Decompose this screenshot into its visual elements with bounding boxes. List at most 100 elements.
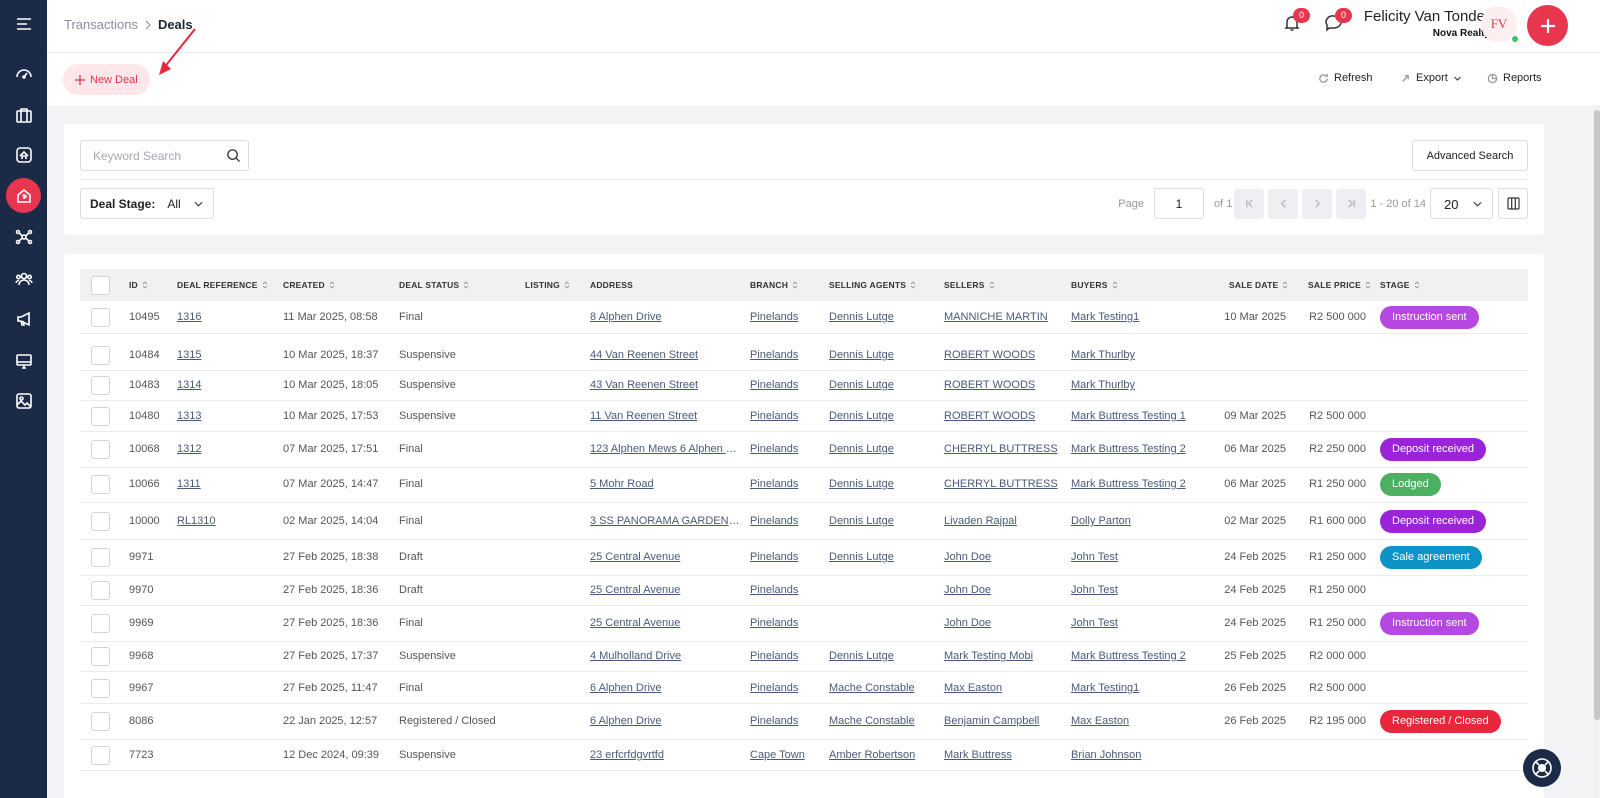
cell-branch[interactable]: Pinelands [750, 478, 825, 490]
monitor-icon[interactable] [6, 343, 41, 378]
cell-agent[interactable]: Mache Constable [829, 682, 939, 694]
cell-seller[interactable]: ROBERT WOODS [944, 379, 1064, 391]
cell-ref[interactable]: 1315 [177, 349, 267, 361]
cell-branch[interactable]: Pinelands [750, 650, 825, 662]
help-button[interactable] [1523, 749, 1561, 787]
cell-address[interactable]: 25 Central Avenue [590, 551, 740, 563]
cell-buyer[interactable]: Dolly Parton [1071, 515, 1221, 527]
cell-agent[interactable]: Dennis Lutge [829, 478, 939, 490]
column-header-sellers[interactable]: SELLERS [944, 280, 985, 290]
cell-buyer[interactable]: Max Easton [1071, 715, 1221, 727]
deals-icon[interactable] [6, 178, 41, 213]
sort-icon[interactable] [792, 281, 798, 289]
cell-address[interactable]: 6 Alphen Drive [590, 682, 740, 694]
row-checkbox[interactable] [91, 475, 110, 494]
row-checkbox[interactable] [91, 581, 110, 600]
row-checkbox[interactable] [91, 548, 110, 567]
next-page-button[interactable] [1302, 188, 1333, 219]
advanced-search-button[interactable]: Advanced Search [1412, 140, 1528, 171]
new-deal-button[interactable]: New Deal [63, 64, 150, 95]
dashboard-icon[interactable] [6, 55, 41, 90]
table-row[interactable]: 9970 27 Feb 2025, 18:36 Draft 25 Central Av… [80, 575, 1528, 606]
table-row[interactable]: 9969 27 Feb 2025, 18:36 Final 25 Central Av… [80, 606, 1528, 642]
sort-icon[interactable] [262, 281, 268, 289]
row-checkbox[interactable] [91, 376, 110, 395]
column-header-sale-date[interactable]: SALE DATE [1229, 280, 1278, 290]
cell-agent[interactable]: Amber Robertson [829, 749, 939, 761]
column-header-listing[interactable]: LISTING [525, 280, 560, 290]
column-header-stage[interactable]: STAGE [1380, 280, 1410, 290]
cell-buyer[interactable]: Mark Buttress Testing 2 [1071, 443, 1221, 455]
cell-address[interactable]: 8 Alphen Drive [590, 311, 740, 323]
table-row[interactable]: 10000 RL1310 02 Mar 2025, 14:04 Final 3 SS P… [80, 504, 1528, 540]
cell-seller[interactable]: Livaden Rajpal [944, 515, 1064, 527]
cell-ref[interactable]: 1314 [177, 379, 267, 391]
sort-icon[interactable] [564, 281, 570, 289]
sort-icon[interactable] [329, 281, 335, 289]
cell-address[interactable]: 5 Mohr Road [590, 478, 740, 490]
column-header-buyers[interactable]: BUYERS [1071, 280, 1108, 290]
cell-buyer[interactable]: Mark Buttress Testing 1 [1071, 410, 1221, 422]
cell-buyer[interactable]: Mark Buttress Testing 2 [1071, 650, 1221, 662]
sort-icon[interactable] [1282, 281, 1288, 289]
export-button[interactable]: Export [1400, 72, 1462, 84]
column-header-deal-status[interactable]: DEAL STATUS [399, 280, 459, 290]
table-row[interactable]: 10066 1311 07 Mar 2025, 14:47 Final 5 Mohr R… [80, 467, 1528, 503]
quick-add-button[interactable] [1527, 5, 1568, 46]
table-row[interactable]: 9968 27 Feb 2025, 17:37 Suspensive 4 Mulhol… [80, 641, 1528, 672]
cell-seller[interactable]: Benjamin Campbell [944, 715, 1064, 727]
cell-seller[interactable]: CHERRYL BUTTRESS [944, 478, 1064, 490]
cell-agent[interactable]: Dennis Lutge [829, 410, 939, 422]
briefcase-icon[interactable] [6, 97, 41, 132]
sort-icon[interactable] [910, 281, 916, 289]
breadcrumb-transactions[interactable]: Transactions [64, 17, 138, 32]
row-checkbox[interactable] [91, 647, 110, 666]
cell-ref[interactable]: RL1310 [177, 515, 267, 527]
sort-icon[interactable] [1414, 281, 1420, 289]
table-row[interactable]: 9971 27 Feb 2025, 18:38 Draft 25 Central Av… [80, 539, 1528, 576]
notifications-button[interactable]: 0 [1283, 8, 1310, 36]
cell-agent[interactable]: Dennis Lutge [829, 650, 939, 662]
cell-ref[interactable]: 1311 [177, 478, 267, 490]
table-row[interactable]: 7723 12 Dec 2024, 09:39 Suspensive 23 erfcr… [80, 740, 1528, 771]
cell-seller[interactable]: John Doe [944, 617, 1064, 629]
cell-address[interactable]: 6 Alphen Drive [590, 715, 740, 727]
megaphone-icon[interactable] [6, 301, 41, 336]
keyword-search-input[interactable] [81, 141, 216, 170]
column-header-created[interactable]: CREATED [283, 280, 325, 290]
cell-branch[interactable]: Pinelands [750, 584, 825, 596]
cell-ref[interactable]: 1313 [177, 410, 267, 422]
row-checkbox[interactable] [91, 679, 110, 698]
contacts-icon[interactable] [6, 261, 41, 296]
cell-branch[interactable]: Pinelands [750, 617, 825, 629]
cell-branch[interactable]: Cape Town [750, 749, 825, 761]
row-checkbox[interactable] [91, 712, 110, 731]
cell-agent[interactable]: Mache Constable [829, 715, 939, 727]
cell-agent[interactable]: Dennis Lutge [829, 379, 939, 391]
table-row[interactable]: 10484 1315 10 Mar 2025, 18:37 Suspensive 44 … [80, 340, 1528, 371]
cell-buyer[interactable]: John Test [1071, 617, 1221, 629]
search-icon[interactable] [226, 148, 241, 163]
sort-icon[interactable] [142, 281, 148, 289]
first-page-button[interactable] [1234, 188, 1265, 219]
column-header-deal-reference[interactable]: DEAL REFERENCE [177, 280, 258, 290]
stage-badge[interactable]: Lodged [1380, 473, 1441, 496]
columns-button[interactable] [1498, 188, 1528, 219]
deal-stage-select[interactable]: Deal Stage: All [80, 188, 214, 219]
cell-seller[interactable]: MANNICHE MARTIN [944, 311, 1064, 323]
stage-badge[interactable]: Registered / Closed [1380, 710, 1501, 733]
cell-seller[interactable]: Mark Buttress [944, 749, 1064, 761]
cell-buyer[interactable]: John Test [1071, 584, 1221, 596]
cell-buyer[interactable]: Mark Testing1 [1071, 311, 1221, 323]
select-all-checkbox[interactable] [91, 276, 110, 295]
prev-page-button[interactable] [1268, 188, 1299, 219]
stage-badge[interactable]: Deposit received [1380, 438, 1486, 461]
cell-address[interactable]: 3 SS PANORAMA GARDENS 114... [590, 515, 740, 527]
column-header-selling-agents[interactable]: SELLING AGENTS [829, 280, 906, 290]
gallery-icon[interactable] [6, 383, 41, 418]
cell-ref[interactable]: 1316 [177, 311, 267, 323]
messages-button[interactable]: 0 [1325, 8, 1352, 36]
cell-branch[interactable]: Pinelands [750, 443, 825, 455]
column-header-sale-price[interactable]: SALE PRICE [1308, 280, 1361, 290]
cell-agent[interactable]: Dennis Lutge [829, 515, 939, 527]
